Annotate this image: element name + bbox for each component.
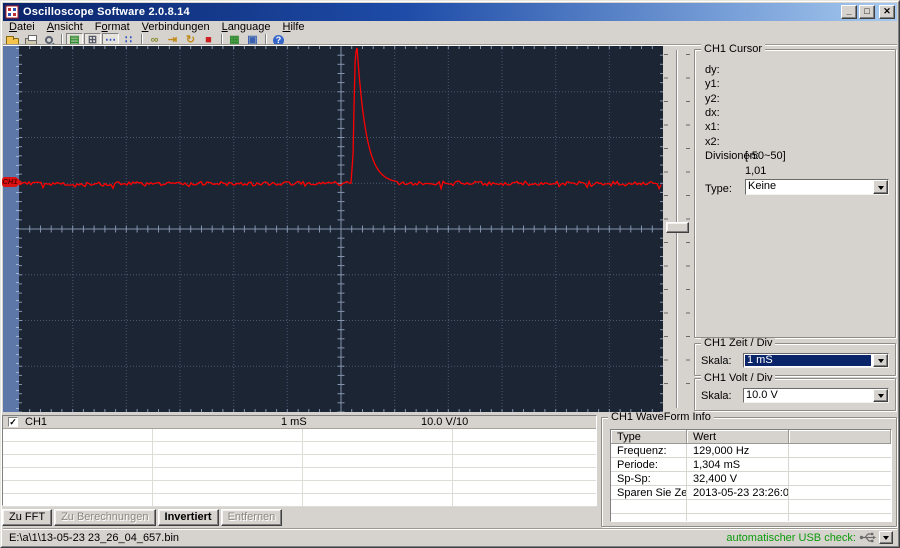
channel-list-empty-row[interactable] — [3, 429, 596, 442]
open-file-path: E:\a\1\13-05-23 23_26_04_657.bin — [9, 532, 180, 544]
divisionen-range: [-50~50] — [745, 150, 786, 162]
waveform-info-row: Frequenz: 129,000 Hz — [611, 444, 891, 458]
ch1-checkbox[interactable]: ✓ — [8, 417, 18, 427]
minimize-button[interactable]: _ — [841, 5, 857, 19]
close-button[interactable]: ✕ — [879, 5, 895, 19]
ch1-volt-div-title: CH1 Volt / Div — [701, 373, 776, 384]
ch1-cursor-panel: CH1 Cursor dy: y1: y2: dx: x1: x2: Divisionen… — [694, 44, 896, 338]
status-bar: E:\a\1\13-05-23 23_26_04_657.bin automat… — [3, 530, 897, 545]
usb-check-label: automatischer USB check: — [726, 531, 856, 544]
ch1-cursor-title: CH1 Cursor — [701, 44, 766, 55]
action-button-row: Zu FFT Zu Berechnungen Invertiert Entfer… — [2, 509, 283, 526]
channel-list-empty-row[interactable] — [3, 468, 596, 481]
invertiert-button[interactable]: Invertiert — [157, 509, 219, 526]
cursor-field-y1: y1: — [705, 78, 720, 91]
channel-list: ✓ CH1 1 mS 10.0 V /10 — [2, 415, 597, 507]
channel-time-div: 1 mS — [281, 416, 307, 428]
channel-row-ch1[interactable]: ✓ CH1 1 mS 10.0 V /10 — [3, 416, 596, 429]
channel-list-empty-row[interactable] — [3, 442, 596, 455]
window-title: Oscilloscope Software 2.0.8.14 — [23, 6, 190, 18]
cursor-field-dx: dx: — [705, 106, 720, 119]
waveform-info-header-row: Type Wert — [611, 430, 891, 444]
type-label: Type: — [705, 183, 732, 195]
menu-bar: Datei Ansicht Format Verbindungen Language Hi… — [3, 21, 897, 34]
volt-skala-value: 10.0 V — [746, 390, 778, 401]
scope-waveform-svg — [19, 46, 663, 412]
maximize-button[interactable]: □ — [859, 5, 875, 19]
cursor-field-y2: y2: — [705, 92, 720, 105]
volt-skala-combobox[interactable]: 10.0 V — [743, 388, 889, 403]
ch1-position-marker[interactable]: CH1 — [2, 177, 22, 187]
channel-volt-div: 10.0 V — [421, 416, 453, 428]
app-icon — [5, 5, 19, 19]
volt-skala-dropdown-button[interactable] — [873, 389, 888, 402]
print-setup-icon-shape — [44, 36, 53, 44]
cursor-field-x1: x1: — [705, 121, 720, 134]
channel-position-slider[interactable] — [3, 46, 19, 412]
cursor-type-dropdown-button[interactable] — [873, 180, 888, 194]
channel-list-empty-row[interactable] — [3, 481, 596, 494]
zeit-skala-value: 1 mS — [745, 355, 871, 366]
cursor-type-value: Keine — [748, 181, 777, 192]
ch1-volt-div-panel: CH1 Volt / Div Skala: 10.0 V — [694, 373, 896, 411]
cursor-field-x2: x2: — [705, 135, 720, 148]
scope-display — [19, 46, 663, 412]
waveform-info-row: Sparen Sie Zeit:2013-05-23 23:26:04 — [611, 486, 891, 500]
channel-list-empty-row[interactable] — [3, 455, 596, 468]
zeit-skala-label: Skala: — [701, 355, 732, 367]
zeit-skala-dropdown-button[interactable] — [873, 354, 888, 367]
waveform-info-row: Sp-Sp: 32,400 V — [611, 472, 891, 486]
divisionen-value: 1,01 — [745, 165, 767, 177]
vertical-trackbar[interactable] — [663, 46, 691, 412]
channel-list-empty-row[interactable] — [3, 494, 596, 507]
trackbar-thumb[interactable] — [666, 222, 689, 233]
cursor-field-dy: dy: — [705, 64, 720, 76]
waveform-info-row: Periode: 1,304 mS — [611, 458, 891, 472]
waveform-info-empty-row — [611, 514, 891, 521]
entfernen-button: Entfernen — [220, 509, 283, 526]
waveform-info-empty-row — [611, 500, 891, 514]
cursor-type-combobox[interactable]: Keine — [745, 179, 889, 195]
title-bar: Oscilloscope Software 2.0.8.14 _ □ ✕ — [3, 3, 897, 21]
channel-name: CH1 — [25, 416, 48, 428]
ch1-waveform-info-panel: CH1 WaveForm Info Type Wert Frequenz: 129,0… — [601, 412, 897, 527]
zu-fft-button[interactable]: Zu FFT — [2, 509, 53, 526]
waveform-info-table: Type Wert Frequenz: 129,000 Hz Periode: 1,304… — [610, 429, 892, 522]
zeit-skala-combobox[interactable]: 1 mS — [743, 353, 889, 368]
usb-icon — [859, 532, 876, 543]
ch1-zeit-div-title: CH1 Zeit / Div — [701, 338, 776, 349]
waveform-info-title: CH1 WaveForm Info — [608, 412, 714, 423]
usb-check-dropdown-button[interactable] — [879, 531, 893, 544]
channel-probe: /10 — [453, 416, 469, 428]
volt-skala-label: Skala: — [701, 390, 732, 402]
zu-berechnungen-button: Zu Berechnungen — [54, 509, 156, 526]
